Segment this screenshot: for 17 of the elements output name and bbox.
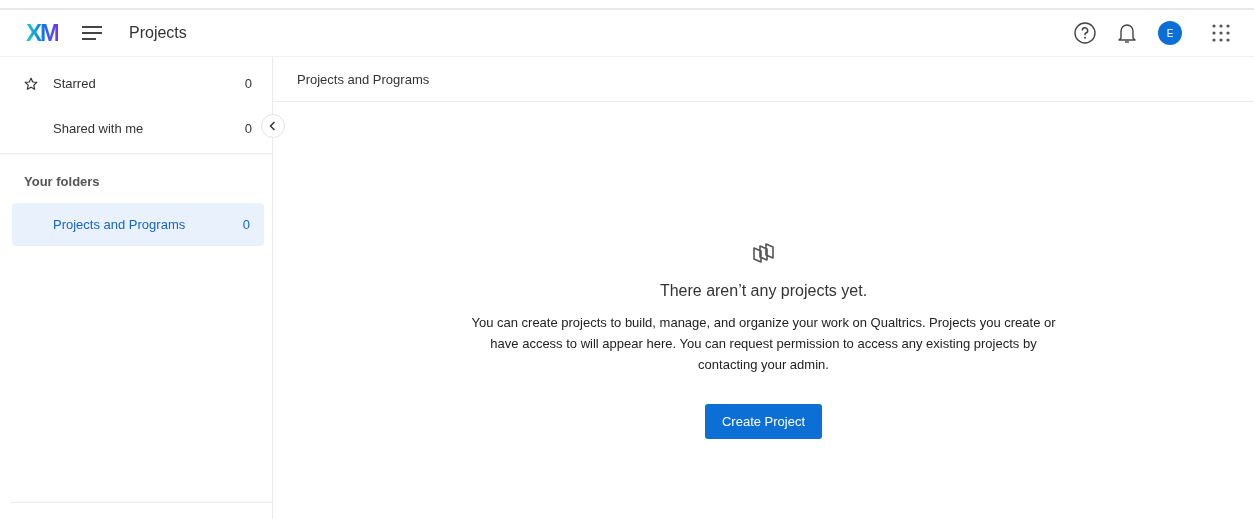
create-project-button[interactable]: Create Project	[704, 404, 823, 439]
menu-icon[interactable]	[82, 26, 102, 40]
app-grid-icon[interactable]	[1212, 24, 1230, 42]
folder-item[interactable]: Projects and Programs 0	[12, 203, 264, 246]
star-icon	[24, 76, 38, 91]
empty-state-message: You can create projects to build, manage, and organize your work on Qualtrics. Projects you create or have access to will appear here. You can request permission to access any existing projects by contacting your admin.	[470, 314, 1057, 374]
page-title: Projects	[129, 24, 187, 42]
collapse-button[interactable]	[261, 114, 285, 138]
help-icon[interactable]	[1074, 22, 1096, 44]
empty-state-title: There aren’t any projects yet.	[659, 282, 868, 300]
user-avatar[interactable]: E	[1158, 21, 1182, 45]
section-title: Your folders	[23, 173, 101, 191]
stacked-pages-icon	[750, 242, 777, 264]
breadcrumb: Projects and Programs	[297, 71, 430, 87]
notification-bell-icon[interactable]	[1118, 22, 1136, 44]
sidebar-item[interactable]: Shared with me 0	[0, 106, 258, 151]
sidebar-item[interactable]: Starred 0	[0, 61, 258, 106]
